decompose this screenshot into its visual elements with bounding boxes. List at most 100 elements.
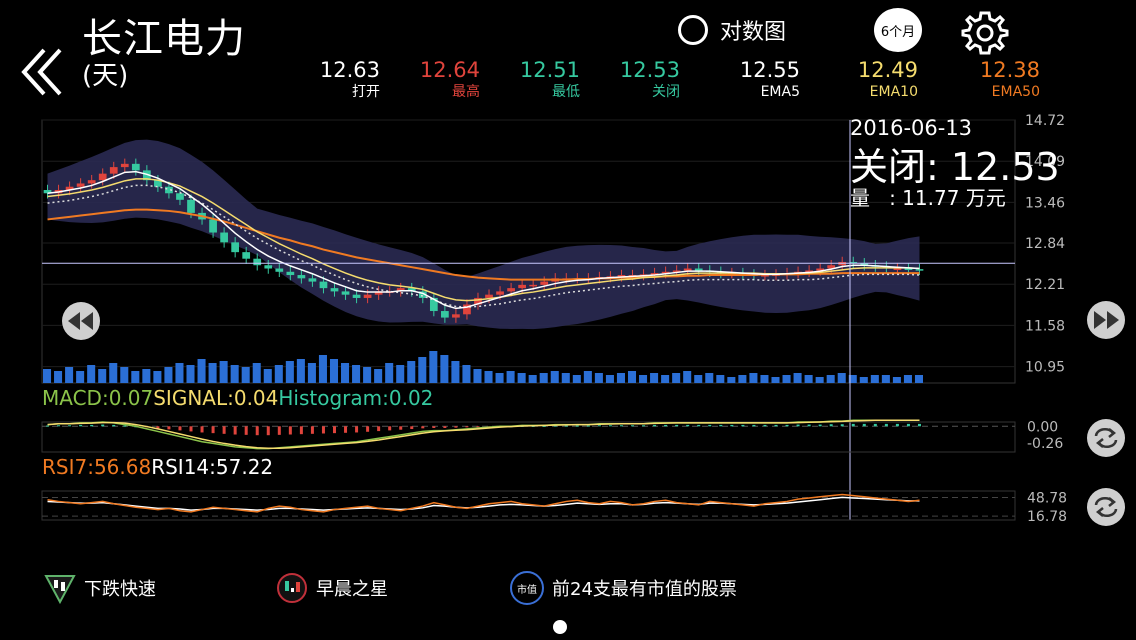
pattern-market-cap[interactable]: 市值 前24支最有市值的股票 bbox=[510, 570, 737, 606]
pattern-morning-star[interactable]: 早晨之星 bbox=[276, 570, 388, 606]
candle-body bbox=[485, 294, 493, 298]
price-tick-label: 11.58 bbox=[1025, 318, 1065, 334]
histogram-bar bbox=[57, 425, 61, 427]
rsi-legend: RSI7:56.68RSI14:57.22 bbox=[42, 455, 273, 479]
signal-line bbox=[47, 419, 920, 450]
volume-bar bbox=[826, 375, 835, 383]
volume-bar bbox=[396, 365, 405, 383]
volume-bar bbox=[528, 375, 537, 383]
candle-body bbox=[507, 288, 515, 292]
rsi-tick-label: 16.78 bbox=[1027, 509, 1067, 525]
histogram-bar bbox=[642, 425, 646, 427]
volume-bar bbox=[716, 375, 725, 383]
volume-bar bbox=[87, 365, 96, 383]
price-tick-label: 10.95 bbox=[1025, 360, 1065, 376]
candle-body bbox=[496, 291, 504, 295]
volume-bar bbox=[583, 371, 592, 383]
volume-bar bbox=[54, 371, 63, 383]
candle-body bbox=[308, 278, 317, 282]
candle-body bbox=[76, 183, 85, 187]
histogram-bar bbox=[432, 426, 436, 428]
volume-bar bbox=[804, 375, 813, 383]
candle-body bbox=[363, 294, 372, 298]
volume-bar bbox=[639, 375, 648, 383]
rsi-swap-button[interactable] bbox=[1087, 488, 1125, 526]
pattern-falling-fast[interactable]: 下跌快速 bbox=[44, 570, 156, 606]
volume-bar bbox=[252, 363, 261, 383]
histogram-bar bbox=[321, 426, 325, 434]
volume-bar bbox=[451, 361, 460, 383]
volume-bar bbox=[153, 371, 162, 383]
volume-bar bbox=[175, 363, 184, 383]
volume-bar bbox=[627, 371, 637, 383]
macd-tick-label: -0.26 bbox=[1027, 436, 1063, 452]
volume-bar bbox=[738, 375, 747, 383]
histogram-bar bbox=[200, 426, 204, 433]
volume-bar bbox=[76, 371, 85, 383]
volume-bar bbox=[208, 363, 217, 383]
volume-bar bbox=[539, 373, 548, 383]
volume-bar bbox=[131, 371, 140, 383]
histogram-bar bbox=[310, 426, 314, 434]
histogram-bar bbox=[895, 423, 899, 427]
histogram-bar bbox=[818, 424, 822, 427]
histogram-bar bbox=[189, 426, 193, 432]
candle-body bbox=[319, 281, 328, 289]
volume-bar bbox=[694, 375, 703, 383]
volume-bar bbox=[462, 365, 471, 383]
volume-bar bbox=[219, 361, 228, 383]
histogram-bar bbox=[377, 426, 381, 432]
candle-body bbox=[341, 291, 350, 295]
histogram-bar bbox=[266, 426, 270, 436]
volume-bar bbox=[837, 373, 846, 383]
histogram-bar bbox=[112, 424, 116, 427]
macd-line bbox=[47, 419, 920, 450]
volume-bar bbox=[782, 375, 791, 383]
histogram-bar bbox=[586, 425, 590, 427]
candle-body bbox=[176, 193, 184, 200]
histogram-bar bbox=[906, 423, 910, 427]
candle-body bbox=[452, 314, 460, 318]
volume-bar bbox=[385, 363, 394, 383]
fast-forward-button[interactable] bbox=[1087, 301, 1125, 339]
rewind-button[interactable] bbox=[62, 302, 100, 340]
histogram-value: Histogram:0.02 bbox=[278, 386, 434, 410]
volume-bar bbox=[815, 377, 824, 383]
stock-chart[interactable]: 14.7214.0913.4612.8412.2111.5810.950.00-… bbox=[0, 0, 1136, 640]
candle-body bbox=[120, 163, 129, 168]
candle-body bbox=[529, 284, 538, 287]
histogram-bar bbox=[840, 424, 844, 427]
volume-bar bbox=[296, 359, 305, 383]
histogram-bar bbox=[332, 426, 336, 434]
volume-bar bbox=[43, 369, 52, 383]
volume-bar bbox=[760, 375, 769, 383]
volume-bar bbox=[672, 373, 681, 383]
volume-bar bbox=[661, 375, 670, 383]
volume-bar bbox=[605, 375, 614, 383]
candle-body bbox=[352, 294, 361, 298]
histogram-bar bbox=[730, 424, 734, 427]
candle-body bbox=[242, 252, 251, 259]
volume-bar bbox=[650, 373, 659, 383]
histogram-bar bbox=[443, 426, 447, 428]
histogram-bar bbox=[421, 426, 425, 429]
volume-bar bbox=[473, 369, 482, 383]
volume-bar bbox=[749, 373, 758, 383]
histogram-bar bbox=[697, 424, 701, 427]
candle-body bbox=[187, 199, 195, 213]
histogram-bar bbox=[675, 424, 679, 427]
candle-body bbox=[264, 265, 273, 269]
histogram-bar bbox=[288, 426, 292, 435]
histogram-bar bbox=[884, 423, 888, 427]
macd-swap-button[interactable] bbox=[1087, 419, 1125, 457]
page-indicator-dot[interactable] bbox=[553, 620, 567, 634]
volume-bar bbox=[186, 365, 195, 383]
volume-bar bbox=[616, 373, 625, 383]
volume-bar bbox=[440, 355, 449, 383]
signal-value: SIGNAL:0.04 bbox=[153, 386, 279, 410]
tooltip-volume: 量 : 11.77 万元 bbox=[850, 186, 1006, 210]
market-cap-icon: 市值 bbox=[510, 571, 544, 605]
histogram-bar bbox=[829, 424, 833, 427]
volume-bar bbox=[341, 363, 350, 383]
volume-bar bbox=[771, 377, 780, 383]
